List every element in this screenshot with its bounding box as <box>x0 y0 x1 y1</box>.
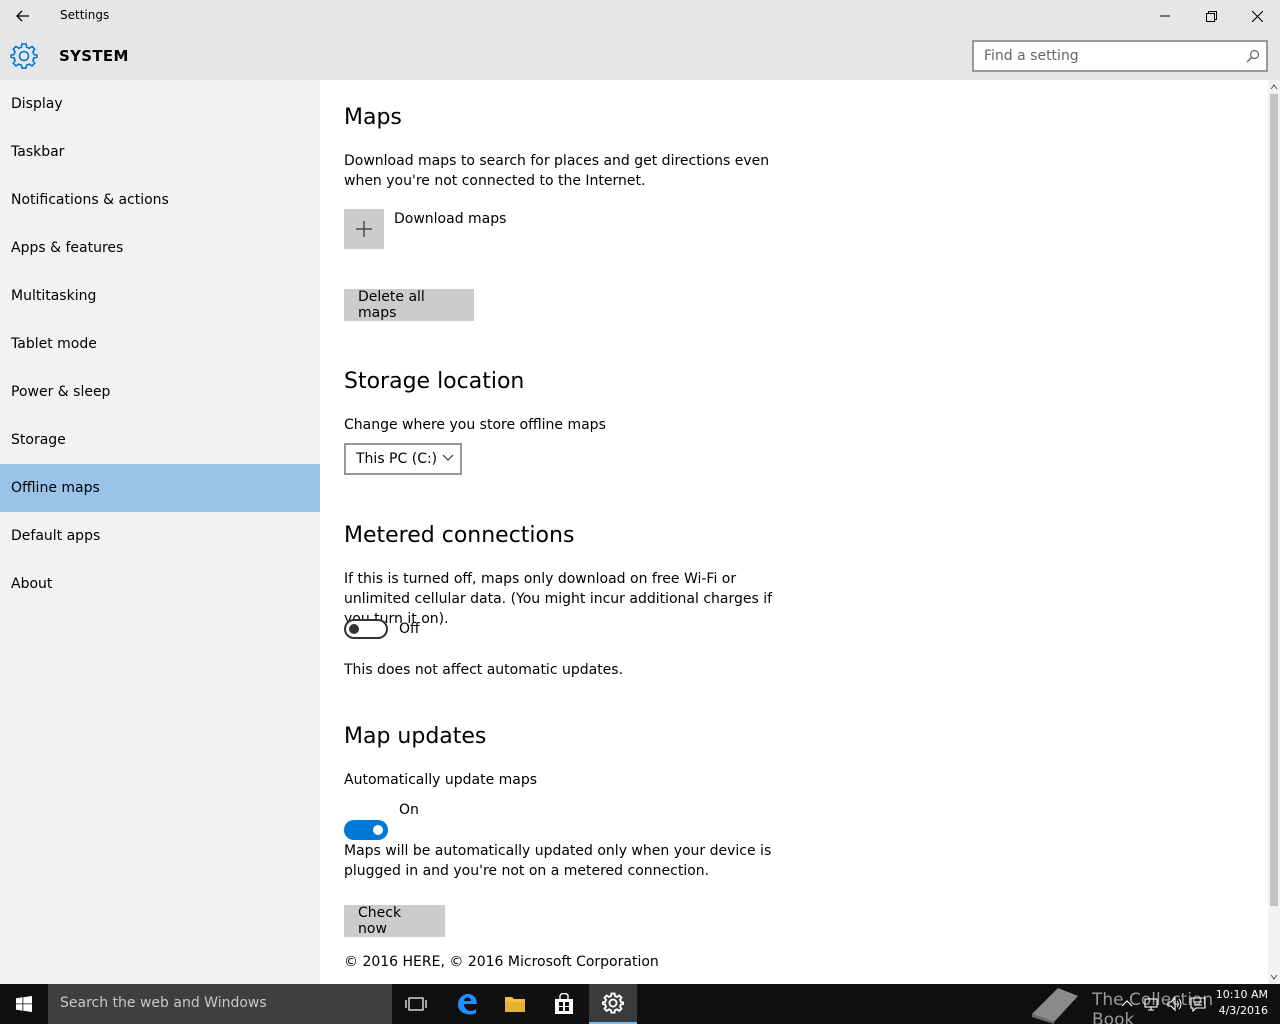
search-icon[interactable] <box>1246 49 1260 63</box>
task-view-icon <box>405 997 427 1011</box>
store-taskbar-button[interactable] <box>540 984 588 1024</box>
search-input[interactable] <box>974 42 1236 70</box>
settings-header: SYSTEM <box>0 32 1280 80</box>
close-icon <box>1251 10 1263 22</box>
back-arrow-icon <box>16 10 29 22</box>
sidebar-item-multitasking[interactable]: Multitasking <box>0 272 320 320</box>
settings-search[interactable] <box>972 40 1268 72</box>
sidebar-item-label: Multitasking <box>11 288 97 304</box>
volume-icon[interactable] <box>1166 996 1182 1012</box>
restore-icon <box>1205 10 1217 22</box>
taskbar-search[interactable]: Search the web and Windows <box>48 984 392 1024</box>
clock-time: 10:10 AM <box>1215 988 1268 1001</box>
sidebar-item-label: Offline maps <box>11 480 100 496</box>
sidebar-item-label: About <box>11 576 53 592</box>
section-title: SYSTEM <box>59 47 129 65</box>
delete-all-maps-button[interactable]: Delete all maps <box>344 289 474 321</box>
minimize-button[interactable] <box>1142 0 1188 32</box>
sidebar-item-power-sleep[interactable]: Power & sleep <box>0 368 320 416</box>
edge-browser-icon <box>458 994 477 1015</box>
sidebar-item-label: Storage <box>11 432 66 448</box>
check-now-button[interactable]: Check now <box>344 905 445 937</box>
sidebar-item-label: Taskbar <box>11 144 65 160</box>
download-maps-link[interactable]: Download maps <box>394 209 506 229</box>
gear-icon <box>602 992 624 1014</box>
auto-update-description: Maps will be automatically updated only … <box>344 843 772 879</box>
book-logo-icon <box>1032 988 1078 1024</box>
restore-button[interactable] <box>1188 0 1234 32</box>
maps-description: Download maps to search for places and g… <box>344 153 770 189</box>
window-title: Settings <box>60 8 110 22</box>
back-button[interactable] <box>0 0 46 32</box>
sidebar-item-label: Default apps <box>11 528 101 544</box>
storage-location-dropdown[interactable]: This PC (C:) <box>344 443 462 475</box>
title-bar: Settings <box>0 0 1280 32</box>
copyright-text: © 2016 HERE, © 2016 Microsoft Corporatio… <box>344 954 659 970</box>
sidebar-item-about[interactable]: About <box>0 560 320 608</box>
auto-update-state: On <box>399 802 419 818</box>
chevron-up-icon[interactable] <box>1119 996 1135 1012</box>
content-pane: Maps Download maps to search for places … <box>320 80 1268 984</box>
windows-logo-icon <box>16 996 32 1012</box>
task-view-button[interactable] <box>392 984 440 1024</box>
auto-update-label: Automatically update maps <box>344 772 538 788</box>
clock-date: 4/3/2016 <box>1218 1004 1268 1017</box>
action-center-icon[interactable] <box>1190 996 1206 1012</box>
sidebar-item-offline-maps[interactable]: Offline maps <box>0 464 320 512</box>
taskbar-clock[interactable]: 10:10 AM 4/3/2016 <box>1210 987 1268 1019</box>
gear-icon <box>10 43 38 69</box>
sidebar: Display Taskbar Notifications & actions … <box>0 80 320 984</box>
minimize-icon <box>1160 15 1170 17</box>
sidebar-item-label: Display <box>11 96 63 112</box>
map-updates-heading: Map updates <box>344 724 487 749</box>
sidebar-item-tablet-mode[interactable]: Tablet mode <box>0 320 320 368</box>
content-scrollbar[interactable] <box>1268 80 1280 984</box>
settings-taskbar-button[interactable] <box>589 984 637 1024</box>
start-button[interactable] <box>0 984 48 1024</box>
sidebar-item-label: Notifications & actions <box>11 192 169 208</box>
metered-toggle-state: Off <box>399 621 420 637</box>
download-maps-tile[interactable] <box>344 209 384 249</box>
toggle-knob <box>349 624 359 634</box>
store-bag-icon <box>555 993 573 1014</box>
scroll-down-icon[interactable] <box>1268 972 1280 982</box>
file-explorer-taskbar-button[interactable] <box>491 984 539 1024</box>
auto-update-toggle[interactable] <box>344 820 388 840</box>
sidebar-item-label: Apps & features <box>11 240 124 256</box>
scroll-thumb[interactable] <box>1270 94 1278 906</box>
storage-description: Change where you store offline maps <box>344 417 606 433</box>
plus-icon <box>356 221 372 237</box>
sidebar-item-apps-features[interactable]: Apps & features <box>0 224 320 272</box>
toggle-knob <box>373 825 383 835</box>
maps-heading: Maps <box>344 105 402 130</box>
sidebar-item-label: Tablet mode <box>11 336 97 352</box>
folder-icon <box>505 997 525 1012</box>
sidebar-item-label: Power & sleep <box>11 384 111 400</box>
taskbar: Search the web and Windows The Collectio… <box>0 984 1280 1024</box>
metered-note: This does not affect automatic updates. <box>344 662 624 678</box>
sidebar-item-default-apps[interactable]: Default apps <box>0 512 320 560</box>
close-button[interactable] <box>1234 0 1280 32</box>
chevron-down-icon <box>442 454 454 461</box>
metered-toggle[interactable] <box>344 619 388 639</box>
dropdown-value: This PC (C:) <box>356 451 438 467</box>
taskbar-search-placeholder: Search the web and Windows <box>60 995 267 1011</box>
storage-heading: Storage location <box>344 369 525 394</box>
sidebar-item-taskbar[interactable]: Taskbar <box>0 128 320 176</box>
sidebar-item-notifications[interactable]: Notifications & actions <box>0 176 320 224</box>
scroll-up-icon[interactable] <box>1268 82 1280 92</box>
metered-heading: Metered connections <box>344 523 575 548</box>
network-icon[interactable] <box>1143 996 1159 1012</box>
edge-taskbar-button[interactable] <box>443 984 491 1024</box>
sidebar-item-display[interactable]: Display <box>0 80 320 128</box>
sidebar-item-storage[interactable]: Storage <box>0 416 320 464</box>
